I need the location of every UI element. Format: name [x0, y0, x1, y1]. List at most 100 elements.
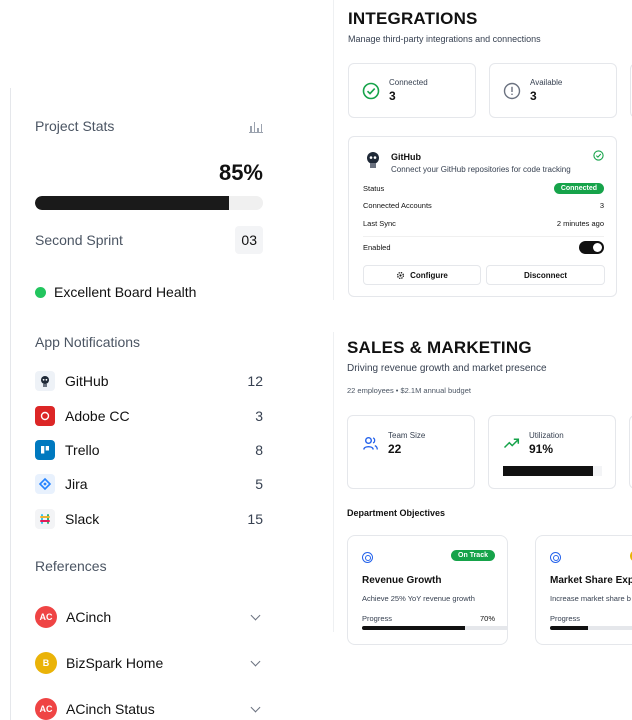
- sales-subtitle: Driving revenue growth and market presen…: [347, 363, 547, 374]
- notification-count: 3: [255, 407, 263, 424]
- notification-item-slack[interactable]: Slack 15: [35, 502, 263, 536]
- configure-label: Configure: [410, 270, 448, 280]
- health-status-dot: [35, 286, 46, 298]
- bar-chart-icon[interactable]: [249, 119, 263, 133]
- github-card-header: GitHub Connect your GitHub repositories …: [391, 152, 571, 174]
- sidebar: Project Stats 85% Second Sprint 03 Excel…: [10, 88, 276, 720]
- objective-progress-bar: [550, 626, 632, 630]
- chevron-down-icon[interactable]: [250, 610, 261, 620]
- objective-progress-bar: [362, 626, 507, 630]
- objective-card-market-share[interactable]: Market Share Exp Increase market share b…: [535, 535, 632, 645]
- avatar: AC: [35, 606, 57, 628]
- alert-circle-icon: [503, 82, 521, 100]
- status-badge: Connected: [553, 183, 604, 194]
- health-label: Excellent Board Health: [54, 284, 197, 300]
- notification-label: Jira: [65, 476, 88, 493]
- stat-label: Utilization: [529, 431, 564, 440]
- jira-icon: [35, 474, 55, 495]
- trending-up-icon: [503, 438, 520, 449]
- project-stats-percent: 85%: [218, 160, 263, 185]
- stat-value: 3: [389, 89, 396, 103]
- objective-card-revenue-growth[interactable]: On Track Revenue Growth Achieve 25% YoY …: [347, 535, 508, 645]
- reference-item-bizspark-home[interactable]: B BizSpark Home: [35, 640, 263, 686]
- enabled-row: Enabled: [363, 241, 604, 254]
- project-stats-header: Project Stats: [35, 118, 263, 134]
- utilization-bar: [503, 466, 602, 476]
- adobe-cc-icon: [35, 405, 55, 426]
- board-health: Excellent Board Health: [35, 284, 196, 300]
- trello-icon: [35, 439, 55, 460]
- last-sync-value: 2 minutes ago: [556, 219, 604, 228]
- integration-description: Connect your GitHub repositories for cod…: [391, 165, 571, 174]
- enabled-toggle[interactable]: [579, 241, 604, 254]
- sprint-label: Second Sprint: [35, 232, 123, 248]
- utilization-bar-fill: [503, 466, 594, 476]
- stat-value: 91%: [529, 442, 554, 456]
- last-sync-row: Last Sync 2 minutes ago: [363, 219, 604, 228]
- notification-item-adobe-cc[interactable]: Adobe CC 3: [35, 398, 263, 432]
- avatar: B: [35, 652, 57, 674]
- sales-marketing-panel: SALES & MARKETING Driving revenue growth…: [333, 332, 632, 645]
- chevron-down-icon[interactable]: [250, 702, 261, 712]
- check-circle-icon: [593, 150, 604, 161]
- available-stat-card: Available 3: [489, 63, 617, 118]
- status-label: Status: [363, 184, 385, 193]
- reference-item-acinch-status[interactable]: AC ACinch Status: [35, 686, 263, 720]
- configure-button[interactable]: Configure: [363, 265, 481, 285]
- stat-value: 22: [388, 442, 402, 456]
- users-icon: [363, 437, 378, 450]
- notification-item-jira[interactable]: Jira 5: [35, 467, 263, 501]
- accounts-value: 3: [599, 201, 604, 210]
- objective-progress-fill: [550, 626, 589, 630]
- target-icon: [550, 552, 561, 563]
- sprint-number-badge: 03: [235, 226, 263, 254]
- github-integration-card: GitHub Connect your GitHub repositories …: [348, 136, 617, 297]
- integrations-panel: INTEGRATIONS Manage third-party integrat…: [333, 0, 632, 300]
- check-circle-icon: [362, 82, 380, 100]
- objective-description: Achieve 25% YoY revenue growth: [362, 594, 475, 603]
- stat-label: Team Size: [388, 431, 426, 440]
- reference-label: BizSpark Home: [66, 655, 164, 671]
- sales-title: SALES & MARKETING: [347, 338, 532, 357]
- progress-value: 70%: [479, 614, 495, 623]
- progress-label: Progress: [550, 614, 581, 623]
- notification-item-github[interactable]: GitHub 12: [35, 364, 263, 398]
- reference-label: ACinch Status: [66, 701, 155, 717]
- stat-label: Connected: [389, 78, 428, 87]
- gear-icon: [397, 271, 405, 279]
- project-progress-fill: [35, 196, 229, 210]
- project-progress-bar: [35, 196, 263, 210]
- status-row: Status Connected: [363, 183, 604, 194]
- enabled-label: Enabled: [363, 243, 391, 252]
- app-notifications-title: App Notifications: [35, 334, 141, 350]
- last-sync-label: Last Sync: [363, 219, 396, 228]
- notification-label: Adobe CC: [65, 407, 130, 424]
- notification-count: 5: [255, 476, 263, 493]
- notification-count: 12: [247, 373, 263, 390]
- stat-value: 3: [530, 89, 537, 103]
- github-icon: [35, 371, 55, 392]
- reference-label: ACinch: [66, 609, 112, 625]
- progress-label: Progress: [362, 614, 393, 623]
- divider: [363, 236, 604, 237]
- github-icon: [367, 152, 379, 168]
- utilization-card: Utilization 91%: [488, 415, 616, 489]
- chevron-down-icon[interactable]: [250, 656, 261, 666]
- sprint-row: Second Sprint 03: [35, 226, 263, 254]
- references-list: AC ACinch B BizSpark Home AC ACinch Stat…: [35, 594, 263, 720]
- sales-meta: 22 employees • $2.1M annual budget: [347, 386, 471, 395]
- slack-icon: [35, 508, 55, 529]
- notification-item-trello[interactable]: Trello 8: [35, 433, 263, 467]
- integrations-subtitle: Manage third-party integrations and conn…: [348, 34, 541, 44]
- disconnect-button[interactable]: Disconnect: [486, 265, 605, 285]
- target-icon: [362, 552, 373, 563]
- notification-label: GitHub: [65, 373, 109, 390]
- objective-title: Market Share Exp: [550, 575, 632, 586]
- reference-item-acinch[interactable]: AC ACinch: [35, 594, 263, 640]
- status-badge: On Track: [451, 550, 495, 561]
- objective-description: Increase market share b: [550, 594, 631, 603]
- notification-label: Trello: [65, 441, 100, 458]
- integration-name: GitHub: [391, 152, 421, 162]
- disconnect-label: Disconnect: [523, 270, 568, 280]
- accounts-label: Connected Accounts: [363, 201, 432, 210]
